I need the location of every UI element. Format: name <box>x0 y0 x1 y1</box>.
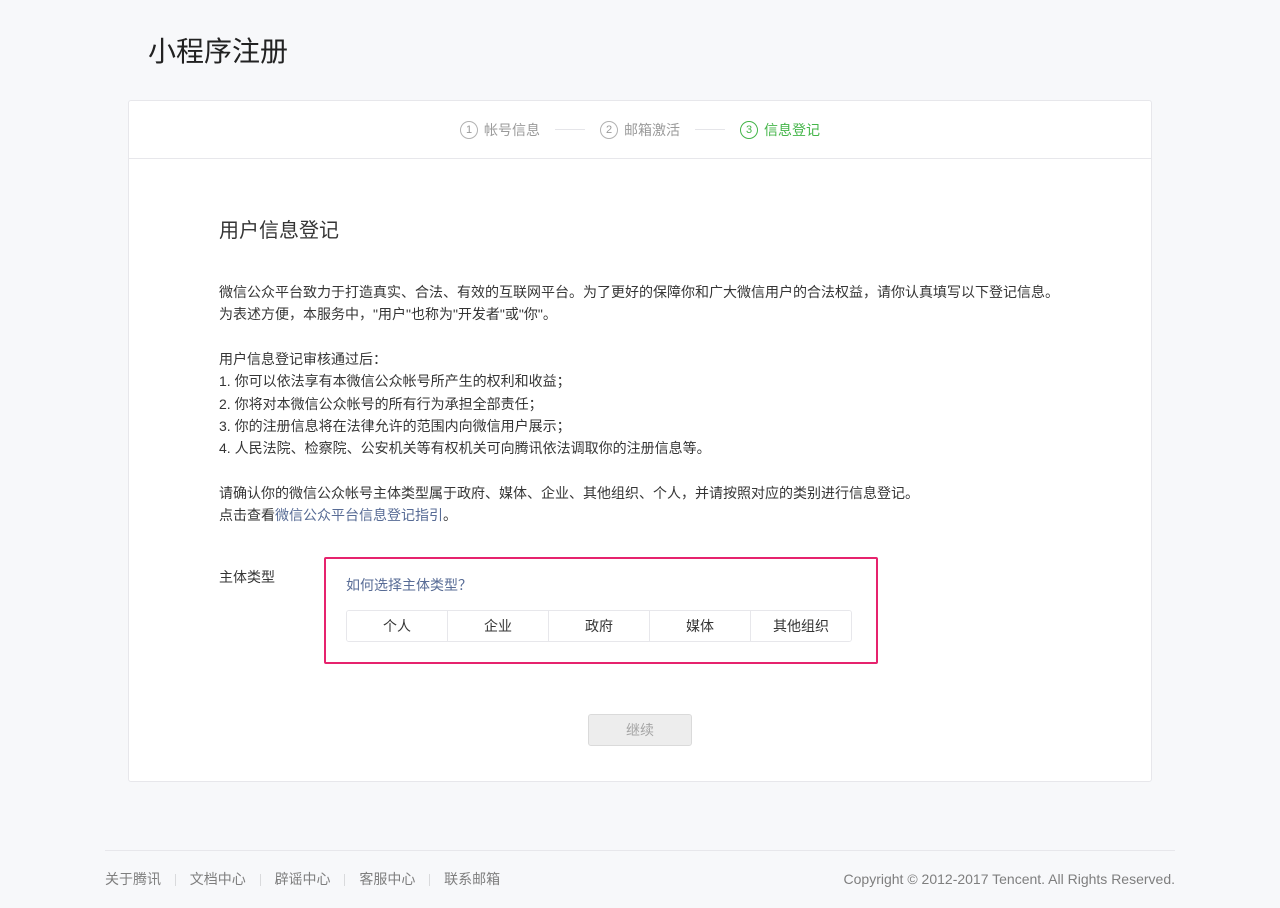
intro-line-1: 微信公众平台致力于打造真实、合法、有效的互联网平台。为了更好的保障你和广大微信用… <box>219 281 1061 303</box>
step-label: 帐号信息 <box>484 120 540 140</box>
step-number-icon: 2 <box>600 121 618 139</box>
entity-option-personal[interactable]: 个人 <box>347 611 448 641</box>
step-account-info: 1 帐号信息 <box>460 120 540 140</box>
entity-type-label: 主体类型 <box>219 557 324 587</box>
confirm-line-2: 点击查看微信公众平台信息登记指引。 <box>219 504 1061 526</box>
intro-paragraph: 微信公众平台致力于打造真实、合法、有效的互联网平台。为了更好的保障你和广大微信用… <box>219 281 1061 326</box>
page-title: 小程序注册 <box>128 30 1152 70</box>
continue-button[interactable]: 继续 <box>588 714 692 746</box>
step-label: 邮箱激活 <box>624 120 680 140</box>
guide-link[interactable]: 微信公众平台信息登记指引 <box>275 507 443 523</box>
after-approve-item-2: 2. 你将对本微信公众帐号的所有行为承担全部责任； <box>219 393 1061 415</box>
footer-link-about[interactable]: 关于腾讯 <box>105 871 161 887</box>
step-info-register: 3 信息登记 <box>740 120 820 140</box>
step-label: 信息登记 <box>764 120 820 140</box>
step-number-icon: 3 <box>740 121 758 139</box>
confirm-line-1: 请确认你的微信公众帐号主体类型属于政府、媒体、企业、其他组织、个人，并请按照对应… <box>219 482 1061 504</box>
entity-type-options: 个人 企业 政府 媒体 其他组织 <box>346 610 852 642</box>
continue-row: 继续 <box>219 714 1061 746</box>
footer-copyright: Copyright © 2012-2017 Tencent. All Right… <box>844 871 1175 887</box>
after-approve-paragraph: 用户信息登记审核通过后： 1. 你可以依法享有本微信公众帐号所产生的权利和收益；… <box>219 348 1061 460</box>
confirm-paragraph: 请确认你的微信公众帐号主体类型属于政府、媒体、企业、其他组织、个人，并请按照对应… <box>219 482 1061 527</box>
after-approve-item-1: 1. 你可以依法享有本微信公众帐号所产生的权利和收益； <box>219 370 1061 392</box>
form-content: 用户信息登记 微信公众平台致力于打造真实、合法、有效的互联网平台。为了更好的保障… <box>129 159 1151 781</box>
entity-type-highlight: 如何选择主体类型？ 个人 企业 政府 媒体 其他组织 <box>324 557 878 664</box>
confirm-prefix: 点击查看 <box>219 507 275 523</box>
step-number-icon: 1 <box>460 121 478 139</box>
after-approve-heading: 用户信息登记审核通过后： <box>219 348 1061 370</box>
intro-line-2: 为表述方便，本服务中，"用户"也称为"开发者"或"你"。 <box>219 303 1061 325</box>
entity-type-helper-link[interactable]: 如何选择主体类型？ <box>346 575 856 595</box>
footer-link-support[interactable]: 客服中心 <box>359 871 415 887</box>
after-approve-item-4: 4. 人民法院、检察院、公安机关等有权机关可向腾讯依法调取你的注册信息等。 <box>219 437 1061 459</box>
confirm-suffix: 。 <box>443 507 457 523</box>
entity-type-row: 主体类型 如何选择主体类型？ 个人 企业 政府 媒体 其他组织 <box>219 557 1061 664</box>
step-separator-icon <box>695 129 725 130</box>
registration-card: 1 帐号信息 2 邮箱激活 3 信息登记 用户信息登记 微信公众平台致力于打造真… <box>128 100 1152 782</box>
footer-link-rumor[interactable]: 辟谣中心 <box>275 871 331 887</box>
after-approve-item-3: 3. 你的注册信息将在法律允许的范围内向微信用户展示； <box>219 415 1061 437</box>
footer-link-contact[interactable]: 联系邮箱 <box>444 871 500 887</box>
entity-option-media[interactable]: 媒体 <box>650 611 751 641</box>
section-title: 用户信息登记 <box>219 214 1061 243</box>
footer-separator-icon <box>429 874 430 886</box>
footer: 关于腾讯 文档中心 辟谣中心 客服中心 联系邮箱 Copyright © 201… <box>105 850 1175 908</box>
footer-separator-icon <box>175 874 176 886</box>
step-separator-icon <box>555 129 585 130</box>
entity-option-other-org[interactable]: 其他组织 <box>751 611 851 641</box>
step-email-activate: 2 邮箱激活 <box>600 120 680 140</box>
footer-link-docs[interactable]: 文档中心 <box>190 871 246 887</box>
footer-separator-icon <box>344 874 345 886</box>
footer-separator-icon <box>260 874 261 886</box>
stepper: 1 帐号信息 2 邮箱激活 3 信息登记 <box>129 101 1151 159</box>
footer-links: 关于腾讯 文档中心 辟谣中心 客服中心 联系邮箱 <box>105 869 500 889</box>
entity-option-government[interactable]: 政府 <box>549 611 650 641</box>
entity-option-enterprise[interactable]: 企业 <box>448 611 549 641</box>
